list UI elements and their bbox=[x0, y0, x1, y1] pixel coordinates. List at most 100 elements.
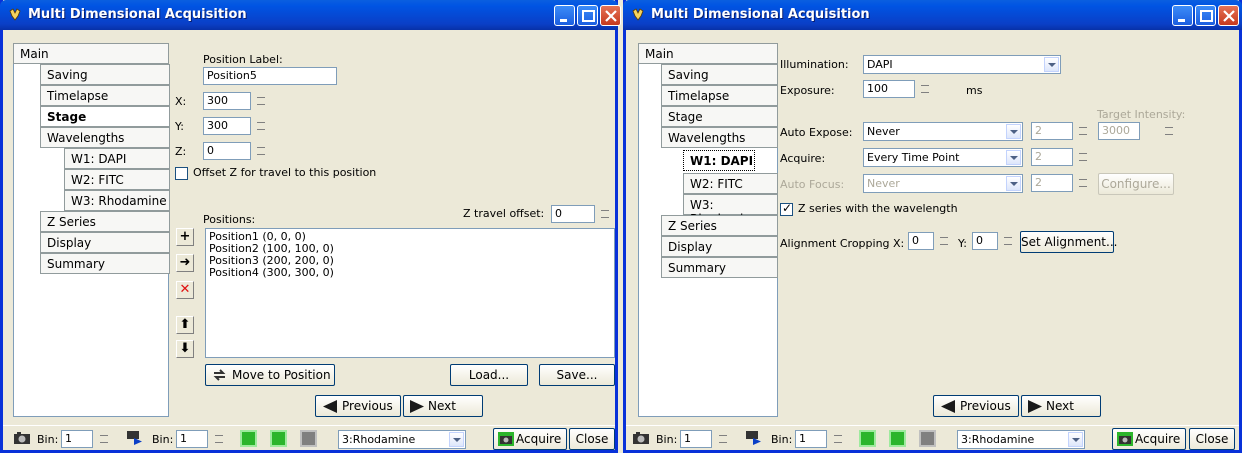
delete-position-button[interactable]: ✕ bbox=[176, 281, 194, 299]
nav-item-zseries[interactable]: Z Series bbox=[40, 211, 170, 232]
bin-input[interactable]: 1 bbox=[61, 430, 93, 448]
configure-button[interactable]: Configure... bbox=[1098, 173, 1174, 195]
bin-stepper-2[interactable] bbox=[212, 431, 226, 447]
position-label-input[interactable]: Position5 bbox=[203, 67, 337, 85]
close-window-button[interactable] bbox=[1218, 5, 1239, 26]
acquire-button[interactable]: Acquire bbox=[1112, 428, 1186, 450]
move-down-button[interactable]: ⬇ bbox=[176, 340, 194, 358]
acquire-select[interactable]: Every Time Point bbox=[863, 148, 1023, 167]
maximize-button[interactable] bbox=[1195, 5, 1216, 26]
z-travel-offset-stepper[interactable] bbox=[598, 206, 612, 222]
nav-item-display[interactable]: Display bbox=[40, 232, 170, 253]
nav-item-summary[interactable]: Summary bbox=[661, 257, 778, 278]
next-button[interactable]: Next bbox=[1021, 395, 1101, 417]
target-intensity-input[interactable]: 3000 bbox=[1098, 122, 1140, 140]
auto-expose-count-input[interactable]: 2 bbox=[1031, 122, 1073, 140]
auto-focus-select[interactable]: Never bbox=[863, 174, 1023, 193]
nav-item-w1[interactable]: W1: DAPI bbox=[64, 148, 170, 169]
exposure-input[interactable]: 100 bbox=[863, 80, 915, 98]
nav-item-summary[interactable]: Summary bbox=[40, 253, 170, 274]
bin-stepper[interactable] bbox=[97, 431, 111, 447]
wavelength-2-toggle[interactable] bbox=[270, 430, 287, 447]
bin-input-2[interactable]: 1 bbox=[176, 430, 208, 448]
positions-list[interactable]: Position1 (0, 0, 0) Position2 (100, 100,… bbox=[205, 228, 615, 358]
camera-icon[interactable] bbox=[632, 431, 650, 445]
title-bar[interactable]: Multi Dimensional Acquisition bbox=[623, 0, 1242, 30]
close-window-button[interactable] bbox=[600, 5, 621, 26]
maximize-button[interactable] bbox=[577, 5, 598, 26]
next-button[interactable]: Next bbox=[403, 395, 483, 417]
acquire-count-input[interactable]: 2 bbox=[1031, 148, 1073, 166]
previous-button[interactable]: Previous bbox=[315, 395, 401, 417]
align-y-stepper[interactable] bbox=[1001, 233, 1015, 249]
nav-item-stage[interactable]: Stage bbox=[661, 106, 778, 127]
y-input[interactable]: 300 bbox=[203, 117, 251, 135]
acquire-button[interactable]: Acquire bbox=[493, 428, 567, 450]
stream-camera-icon[interactable] bbox=[745, 429, 765, 446]
nav-item-stage[interactable]: Stage bbox=[40, 106, 170, 127]
auto-expose-select[interactable]: Never bbox=[863, 122, 1023, 141]
target-intensity-stepper[interactable] bbox=[1162, 123, 1176, 139]
nav-item-wavelengths[interactable]: Wavelengths bbox=[40, 127, 170, 148]
nav-item-w2[interactable]: W2: FITC bbox=[683, 173, 778, 194]
nav-item-saving[interactable]: Saving bbox=[40, 64, 170, 85]
y-stepper[interactable] bbox=[254, 118, 268, 134]
load-button[interactable]: Load... bbox=[450, 364, 528, 386]
wavelength-1-toggle[interactable] bbox=[240, 430, 257, 447]
move-to-position-button[interactable]: Move to Position bbox=[205, 364, 335, 386]
illumination-select[interactable]: DAPI bbox=[863, 55, 1061, 74]
auto-focus-count-stepper[interactable] bbox=[1076, 175, 1090, 191]
wavelength-2-toggle[interactable] bbox=[889, 430, 906, 447]
set-alignment-button[interactable]: Set Alignment... bbox=[1020, 231, 1117, 253]
nav-item-timelapse[interactable]: Timelapse bbox=[40, 85, 170, 106]
auto-focus-count-input[interactable]: 2 bbox=[1031, 174, 1073, 192]
bin-stepper[interactable] bbox=[716, 431, 730, 447]
wavelength-3-toggle[interactable] bbox=[300, 430, 317, 447]
x-input[interactable]: 300 bbox=[203, 92, 251, 110]
move-up-button[interactable]: ⬆ bbox=[176, 316, 194, 334]
wavelength-select[interactable]: 3:Rhodamine bbox=[957, 430, 1085, 449]
nav-item-main[interactable]: Main bbox=[638, 43, 778, 64]
nav-item-zseries[interactable]: Z Series bbox=[661, 215, 778, 236]
z-input[interactable]: 0 bbox=[203, 142, 251, 160]
wavelength-3-toggle[interactable] bbox=[919, 430, 936, 447]
bin-input-2[interactable]: 1 bbox=[795, 430, 827, 448]
list-item[interactable]: Position4 (300, 300, 0) bbox=[209, 267, 611, 279]
nav-item-w1[interactable]: W1: DAPI bbox=[681, 148, 757, 173]
wavelength-1-toggle[interactable] bbox=[859, 430, 876, 447]
title-bar[interactable]: Multi Dimensional Acquisition bbox=[0, 0, 621, 30]
auto-expose-count-stepper[interactable] bbox=[1076, 123, 1090, 139]
align-x-stepper[interactable] bbox=[937, 233, 951, 249]
nav-item-display[interactable]: Display bbox=[661, 236, 778, 257]
align-x-input[interactable]: 0 bbox=[908, 232, 934, 250]
nav-item-timelapse[interactable]: Timelapse bbox=[661, 85, 778, 106]
close-button[interactable]: Close bbox=[1189, 428, 1235, 450]
save-button[interactable]: Save... bbox=[539, 364, 615, 386]
exposure-stepper[interactable] bbox=[918, 81, 932, 97]
nav-item-saving[interactable]: Saving bbox=[661, 64, 778, 85]
align-y-input[interactable]: 0 bbox=[972, 232, 998, 250]
nav-item-w3[interactable]: W3: Rhodamine bbox=[64, 190, 170, 211]
z-series-checkbox[interactable] bbox=[780, 201, 793, 216]
nav-item-w3[interactable]: W3: Rhodamine bbox=[683, 194, 778, 226]
bin-input[interactable]: 1 bbox=[680, 430, 712, 448]
close-button[interactable]: Close bbox=[569, 428, 615, 450]
x-stepper[interactable] bbox=[254, 93, 268, 109]
add-position-button[interactable]: + bbox=[176, 228, 194, 246]
acquire-count-stepper[interactable] bbox=[1076, 149, 1090, 165]
nav-item-main[interactable]: Main bbox=[13, 43, 169, 64]
minimize-button[interactable] bbox=[554, 5, 575, 26]
z-travel-offset-input[interactable]: 0 bbox=[551, 205, 595, 223]
camera-icon[interactable] bbox=[13, 431, 31, 445]
nav-item-w2[interactable]: W2: FITC bbox=[64, 169, 170, 190]
z-stepper[interactable] bbox=[254, 143, 268, 159]
wavelength-select[interactable]: 3:Rhodamine bbox=[338, 430, 466, 449]
previous-button[interactable]: Previous bbox=[933, 395, 1019, 417]
target-intensity-label: Target Intensity: bbox=[1097, 108, 1186, 121]
replace-position-button[interactable]: ➜ bbox=[176, 254, 194, 272]
stream-camera-icon[interactable] bbox=[126, 429, 146, 446]
minimize-button[interactable] bbox=[1172, 5, 1193, 26]
bin-stepper-2[interactable] bbox=[831, 431, 845, 447]
offset-z-checkbox[interactable] bbox=[175, 167, 188, 180]
nav-item-wavelengths[interactable]: Wavelengths bbox=[661, 127, 778, 148]
